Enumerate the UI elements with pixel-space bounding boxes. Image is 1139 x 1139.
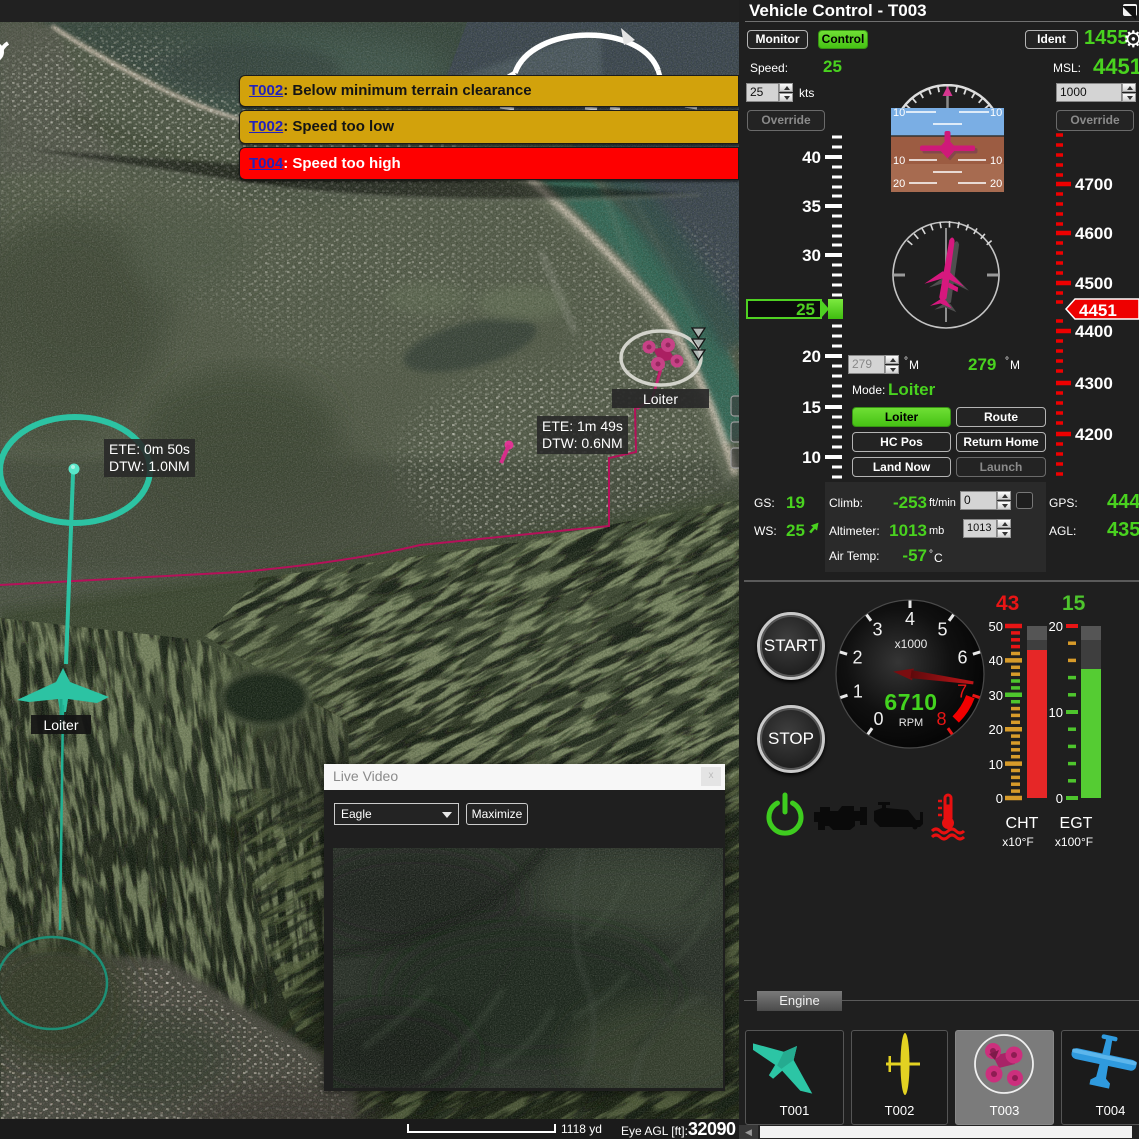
svg-text:40: 40 [802, 148, 821, 167]
svg-text:10: 10 [1049, 705, 1063, 720]
svg-text:40: 40 [989, 653, 1003, 668]
svg-text:10: 10 [989, 757, 1003, 772]
svg-text:50: 50 [989, 619, 1003, 634]
svg-text:20: 20 [1049, 619, 1063, 634]
svg-text:4300: 4300 [1075, 374, 1113, 393]
svg-text:30: 30 [989, 688, 1003, 703]
svg-text:0: 0 [996, 791, 1003, 806]
svg-text:4600: 4600 [1075, 224, 1113, 243]
svg-text:5: 5 [937, 620, 947, 640]
svg-text:10: 10 [893, 155, 905, 167]
svg-text:4451: 4451 [1079, 301, 1117, 320]
svg-text:10: 10 [802, 448, 821, 467]
svg-text:15: 15 [802, 398, 821, 417]
svg-text:2: 2 [852, 648, 862, 668]
svg-text:4700: 4700 [1075, 175, 1113, 194]
svg-text:20: 20 [989, 722, 1003, 737]
svg-text:EGT: EGT [1060, 815, 1093, 832]
svg-text:0: 0 [873, 709, 883, 729]
svg-text:10: 10 [990, 107, 1002, 119]
svg-text:6710: 6710 [884, 689, 937, 715]
svg-text:4500: 4500 [1075, 274, 1113, 293]
svg-text:8: 8 [936, 709, 946, 729]
svg-text:20: 20 [990, 178, 1002, 190]
svg-text:x1000: x1000 [895, 637, 928, 651]
svg-text:6: 6 [957, 648, 967, 668]
svg-text:4: 4 [905, 609, 915, 629]
svg-text:35: 35 [802, 197, 821, 216]
svg-text:4200: 4200 [1075, 425, 1113, 444]
svg-text:1: 1 [853, 682, 863, 702]
svg-text:x100°F: x100°F [1055, 835, 1093, 849]
svg-text:20: 20 [802, 347, 821, 366]
svg-text:10: 10 [990, 155, 1002, 167]
svg-text:RPM: RPM [899, 717, 923, 729]
svg-text:20: 20 [893, 178, 905, 190]
svg-text:0: 0 [1056, 791, 1063, 806]
svg-text:10: 10 [893, 107, 905, 119]
svg-text:x10°F: x10°F [1002, 835, 1033, 849]
svg-text:3: 3 [872, 620, 882, 640]
svg-text:7: 7 [957, 682, 967, 702]
svg-text:4400: 4400 [1075, 322, 1113, 341]
svg-text:30: 30 [802, 246, 821, 265]
svg-text:CHT: CHT [1006, 815, 1039, 832]
